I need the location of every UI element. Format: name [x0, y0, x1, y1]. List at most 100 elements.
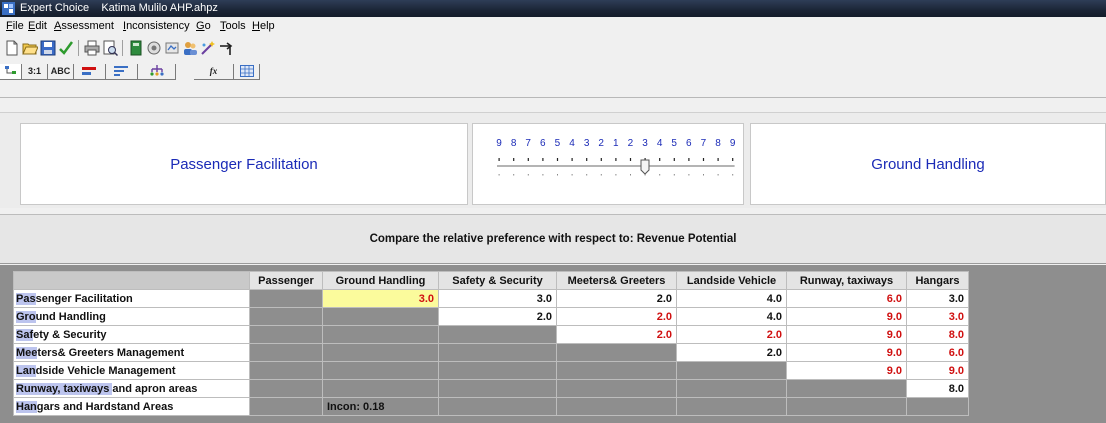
right-element-label: Ground Handling [871, 155, 985, 173]
row-header[interactable]: Landside Vehicle Management [13, 361, 250, 380]
grid-cell[interactable]: 6.0 [906, 343, 969, 362]
column-header[interactable]: Ground Handling [322, 271, 439, 290]
calculator-icon[interactable] [128, 40, 144, 56]
column-header[interactable]: Passenger [249, 271, 323, 290]
scale-minor-tick [600, 174, 602, 176]
column-header[interactable]: Meeters& Greeters [556, 271, 677, 290]
left-element-box[interactable]: Passenger Facilitation [20, 123, 468, 205]
judgment-value: 9.0 [886, 310, 902, 323]
tab-numerical[interactable]: 3:1 [22, 64, 48, 80]
grid-cell[interactable]: 4.0 [676, 307, 787, 326]
column-header[interactable]: Landside Vehicle [676, 271, 787, 290]
checkmark-icon[interactable] [58, 40, 74, 56]
open-icon[interactable] [22, 40, 38, 56]
grid-cell[interactable]: 4.0 [676, 289, 787, 308]
row-header[interactable]: Safety & Security [13, 325, 250, 344]
right-element-box[interactable]: Ground Handling [750, 123, 1106, 205]
judgment-scale[interactable]: 98765432123456789 [472, 123, 744, 205]
grid-cell[interactable]: 9.0 [786, 307, 907, 326]
tab-grid[interactable] [234, 64, 260, 80]
tab-strip-border [0, 97, 1106, 98]
grid-cell[interactable]: 2.0 [676, 325, 787, 344]
new-icon[interactable] [4, 40, 20, 56]
menu-item-file[interactable]: File [4, 17, 26, 36]
tab-graphical[interactable] [74, 64, 106, 80]
judgment-value: 2.0 [766, 328, 782, 341]
grid-cell-empty [438, 325, 557, 344]
menu-item-inconsistency[interactable]: Inconsistency [121, 17, 192, 36]
column-header[interactable]: Hangars [906, 271, 969, 290]
row-header[interactable]: Ground Handling [13, 307, 250, 326]
grid-cell[interactable]: 3.0 [438, 289, 557, 308]
scale-tick [659, 158, 661, 161]
wizard-icon[interactable] [200, 40, 216, 56]
grid-cell-empty [556, 361, 677, 380]
grid-cell[interactable]: 6.0 [786, 289, 907, 308]
judgment-value: 2.0 [766, 346, 782, 359]
scale-tick [513, 158, 515, 161]
print-preview-icon[interactable] [102, 40, 118, 56]
table-row: Safety & Security 2.0 2.0 9.0 8.0 [13, 325, 969, 344]
row-header-highlight: Saf [16, 328, 34, 341]
grid-cell[interactable]: 2.0 [556, 307, 677, 326]
scale-tick [600, 158, 602, 161]
grid-cell-empty [249, 343, 323, 362]
grid-cell-empty [676, 361, 787, 380]
grid-cell[interactable]: 9.0 [786, 343, 907, 362]
slider-thumb[interactable] [640, 159, 650, 175]
judgment-value: 8.0 [948, 382, 964, 395]
grid-cell[interactable]: 9.0 [786, 325, 907, 344]
grid-cell[interactable]: 8.0 [906, 379, 969, 398]
menu-label: elp [259, 20, 275, 32]
menu-item-edit[interactable]: Edit [26, 17, 49, 36]
row-header-highlight: Lan [16, 364, 36, 377]
row-header-highlight: Mee [16, 346, 38, 359]
row-header[interactable]: Passenger Facilitation [13, 289, 250, 308]
grid-icon [239, 65, 254, 77]
judgment-value: 4.0 [766, 292, 782, 305]
jump-icon[interactable] [218, 40, 234, 56]
scale-tick [586, 158, 588, 161]
tab-hierarchy[interactable] [138, 64, 176, 80]
scale-tick [673, 158, 675, 161]
column-header[interactable]: Safety & Security [438, 271, 557, 290]
menu-label: ools [225, 20, 246, 32]
grid-cell-empty [556, 397, 677, 416]
model-icon[interactable] [164, 40, 180, 56]
grid-cell-selected[interactable]: 3.0 [322, 289, 439, 308]
grid-cell[interactable]: 3.0 [906, 307, 969, 326]
tab-verbal[interactable]: ABC [48, 64, 74, 80]
grid-cell[interactable]: 3.0 [906, 289, 969, 308]
grid-cell[interactable]: 2.0 [676, 343, 787, 362]
expert-choice-window: Expert Choice Katima Mulilo AHP.ahpz Fil… [0, 0, 1106, 423]
print-icon[interactable] [84, 40, 100, 56]
scale-minor-tick [498, 174, 500, 176]
menu-bar: File Edit Assessment Inconsistency Go Tools He… [0, 17, 1106, 36]
scale-minor-tick [703, 174, 704, 176]
grid-cell[interactable]: 2.0 [556, 289, 677, 308]
tab-tree[interactable] [0, 64, 22, 80]
grid-cell[interactable]: 9.0 [906, 361, 969, 380]
scale-minor-tick [542, 174, 544, 176]
grid-cell[interactable]: 2.0 [556, 325, 677, 344]
row-header[interactable]: Runway, taxiways and apron areas [13, 379, 250, 398]
grid-cell[interactable]: 2.0 [438, 307, 557, 326]
record-icon[interactable] [146, 40, 162, 56]
row-header-text: dside Vehicle Management [35, 364, 176, 377]
menu-item-tools[interactable]: Tools [218, 17, 248, 36]
grid-cell-empty [676, 379, 787, 398]
row-header[interactable]: Hangars and Hardstand Areas [13, 397, 250, 416]
save-icon[interactable] [40, 40, 56, 56]
tab-formula[interactable]: fx [194, 64, 234, 80]
row-header[interactable]: Meeters& Greeters Management [13, 343, 250, 362]
grid-cell-empty [676, 397, 787, 416]
menu-item-assessment[interactable]: Assessment [52, 17, 116, 36]
users-icon[interactable] [182, 40, 198, 56]
scale-minor-tick [659, 174, 661, 176]
menu-item-help[interactable]: Help [250, 17, 277, 36]
menu-item-go[interactable]: Go [194, 17, 213, 36]
grid-cell[interactable]: 9.0 [786, 361, 907, 380]
column-header[interactable]: Runway, taxiways [786, 271, 907, 290]
tab-questionnaire[interactable] [106, 64, 138, 80]
grid-cell[interactable]: 8.0 [906, 325, 969, 344]
